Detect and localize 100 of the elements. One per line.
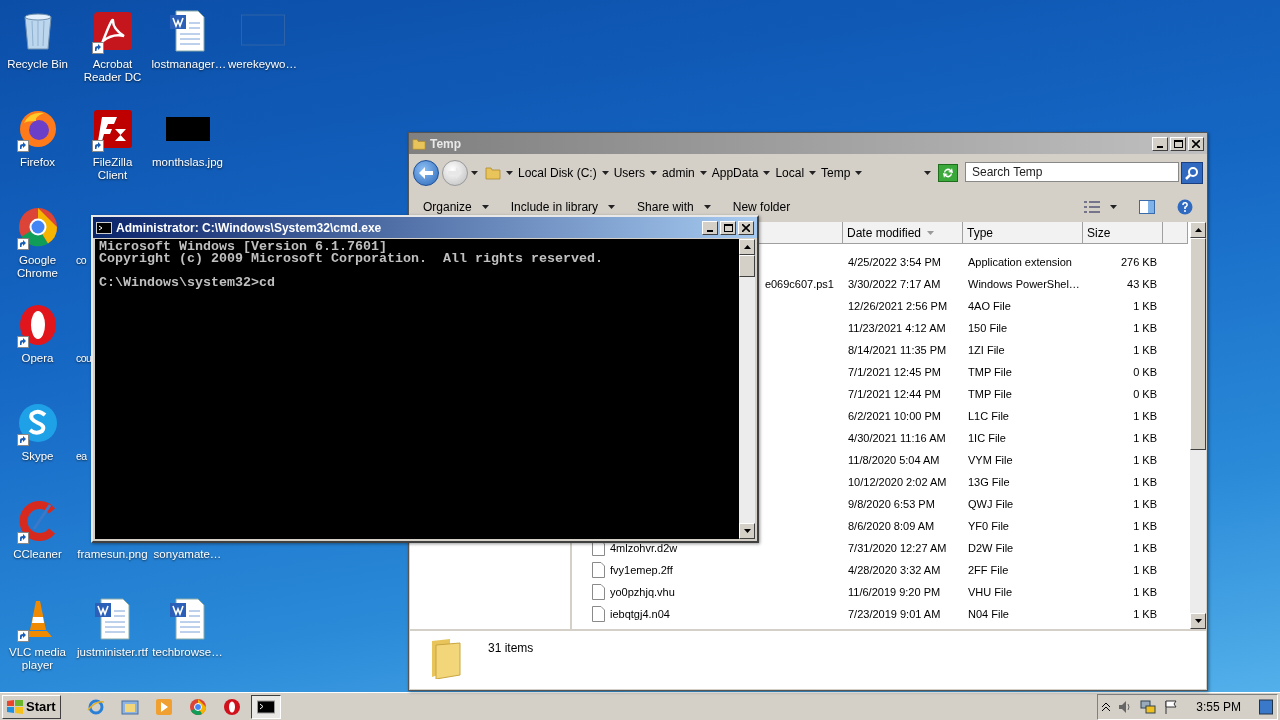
network-icon[interactable]: [1140, 699, 1157, 714]
breadcrumb-item[interactable]: AppData: [711, 165, 771, 180]
date-cell-text: 8/14/2021 11:35 PM: [847, 344, 948, 356]
file-icon: [592, 606, 605, 622]
scrollbar[interactable]: [739, 239, 755, 539]
desktop-icon-label[interactable]: framesun.png: [77, 548, 148, 561]
chrome-icon: [188, 697, 207, 716]
date-cell-text: 12/26/2021 2:56 PM: [847, 300, 949, 312]
close-button[interactable]: [1188, 136, 1204, 151]
maximize-button[interactable]: [1170, 136, 1186, 151]
maximize-icon: [723, 223, 733, 232]
date-cell-text: 10/12/2020 2:02 AM: [847, 476, 948, 488]
close-icon: [1192, 139, 1200, 148]
up-arrow-icon: [743, 245, 751, 249]
date-cell-text: 9/8/2020 6:53 PM: [847, 498, 936, 510]
date-cell-text: 11/6/2019 9:20 PM: [847, 586, 942, 598]
breadcrumb-item[interactable]: Local Disk (C:): [518, 165, 609, 180]
desktop-icon-label[interactable]: CCleaner: [13, 548, 62, 561]
flag-icon[interactable]: [1164, 699, 1179, 714]
scrollbar[interactable]: [1190, 222, 1206, 629]
up-arrow-icon: [1194, 228, 1202, 232]
desktop-icon-label[interactable]: monthslas.jpg: [152, 156, 223, 169]
media-player-icon: [154, 697, 173, 716]
close-button[interactable]: [738, 220, 754, 235]
toolbar-button[interactable]: Organize: [413, 196, 499, 217]
date-cell-text: 7/1/2021 12:45 PM: [847, 366, 942, 378]
scroll-up-button[interactable]: [1190, 222, 1206, 238]
folder-icon: [412, 136, 426, 151]
size-cell-text: 43 KB: [1126, 278, 1158, 290]
type-cell-text: 1IC File: [967, 432, 1007, 444]
desktop-icon-label[interactable]: cou: [75, 352, 92, 365]
size-cell-text: 276 KB: [1119, 256, 1158, 268]
desktop-icon-label[interactable]: VLC media player: [1, 646, 74, 672]
column-header[interactable]: Size: [1083, 222, 1163, 244]
help-icon: [1177, 198, 1193, 215]
column-header[interactable]: [757, 222, 843, 244]
type-cell-text: VHU File: [967, 586, 1013, 598]
desktop-icon-label[interactable]: techbrowse…: [152, 646, 223, 659]
desktop-icon-label[interactable]: justminister.rtf: [77, 646, 148, 659]
item-count: 31 items: [488, 641, 534, 655]
toolbar-button[interactable]: Include in library: [500, 196, 626, 217]
desktop-icon-label[interactable]: co: [75, 254, 86, 267]
start-button[interactable]: Start: [2, 694, 61, 719]
desktop-icon-label[interactable]: Skype: [21, 450, 54, 463]
maximize-button[interactable]: [720, 220, 736, 235]
size-cell-text: 0 KB: [1132, 366, 1158, 378]
caret-icon: [1110, 204, 1117, 209]
scrollbar-thumb[interactable]: [1190, 238, 1206, 450]
windows-logo-icon: [7, 699, 23, 714]
desktop-icon-label[interactable]: Opera: [21, 352, 54, 365]
scroll-down-button[interactable]: [1190, 613, 1206, 629]
date-cell-text: 4/28/2020 3:32 AM: [847, 564, 942, 576]
clock[interactable]: 3:55 PM: [1196, 699, 1241, 714]
file-icon: [592, 584, 605, 600]
minimize-button[interactable]: [702, 220, 718, 235]
desktop-icon-label[interactable]: Google Chrome: [1, 254, 74, 280]
date-cell-text: 11/8/2020 5:04 AM: [847, 454, 941, 466]
scrollbar-thumb[interactable]: [739, 255, 755, 277]
caret-icon: [763, 170, 771, 175]
size-cell-text: 1 KB: [1132, 454, 1158, 466]
scroll-up-button[interactable]: [739, 239, 755, 255]
console-icon: [256, 697, 275, 716]
search-button[interactable]: [1181, 161, 1203, 184]
file-name: 4mlzohvr.d2w: [609, 542, 678, 554]
breadcrumb-item[interactable]: Users: [613, 165, 658, 180]
desktop-icon-label[interactable]: Recycle Bin: [7, 58, 68, 71]
speaker-icon[interactable]: [1118, 699, 1133, 714]
search-icon: [1185, 165, 1199, 180]
desktop-icon-label[interactable]: ea: [75, 450, 87, 463]
minimize-button[interactable]: [1152, 136, 1168, 151]
toolbar-button[interactable]: Share with: [627, 196, 721, 217]
desktop-icon-label[interactable]: werekeywo…: [228, 58, 297, 71]
search-field[interactable]: Search Temp: [965, 161, 1179, 182]
file-name: yo0pzhjq.vhu: [609, 586, 675, 598]
scroll-down-button[interactable]: [739, 523, 755, 539]
refresh-button[interactable]: [938, 163, 958, 182]
type-cell-text: Windows PowerShel…: [967, 278, 1081, 290]
caret-icon: [809, 170, 817, 175]
desktop-icon-label[interactable]: FileZilla Client: [76, 156, 149, 182]
caret-icon: [699, 170, 707, 175]
window-title: Administrator: C:\Windows\System32\cmd.exe: [116, 220, 383, 235]
chevron-up-icon[interactable]: [1102, 702, 1111, 711]
size-cell-text: 1 KB: [1132, 586, 1158, 598]
breadcrumb-item[interactable]: admin: [662, 165, 707, 180]
column-header[interactable]: Type: [963, 222, 1083, 244]
desktop-icon-label[interactable]: sonyamate…: [153, 548, 222, 561]
desktop-icon-label[interactable]: Firefox: [19, 156, 56, 169]
caret-icon: [608, 204, 616, 209]
back-button[interactable]: [413, 159, 439, 186]
toolbar-button[interactable]: New folder: [722, 196, 801, 217]
type-cell-text: 13G File: [967, 476, 1011, 488]
desktop-icon-label[interactable]: Acrobat Reader DC: [76, 58, 149, 84]
desktop-icon-label[interactable]: lostmanager…: [151, 58, 224, 71]
column-header[interactable]: Date modified: [843, 222, 963, 244]
file-icon: [592, 562, 605, 578]
taskbar-app-button[interactable]: [250, 694, 281, 719]
breadcrumb-item[interactable]: Temp: [821, 165, 863, 180]
file-name: e069c607.ps1: [764, 278, 834, 290]
breadcrumb-item[interactable]: Local: [775, 165, 817, 180]
show-desktop-icon[interactable]: [1259, 697, 1273, 716]
